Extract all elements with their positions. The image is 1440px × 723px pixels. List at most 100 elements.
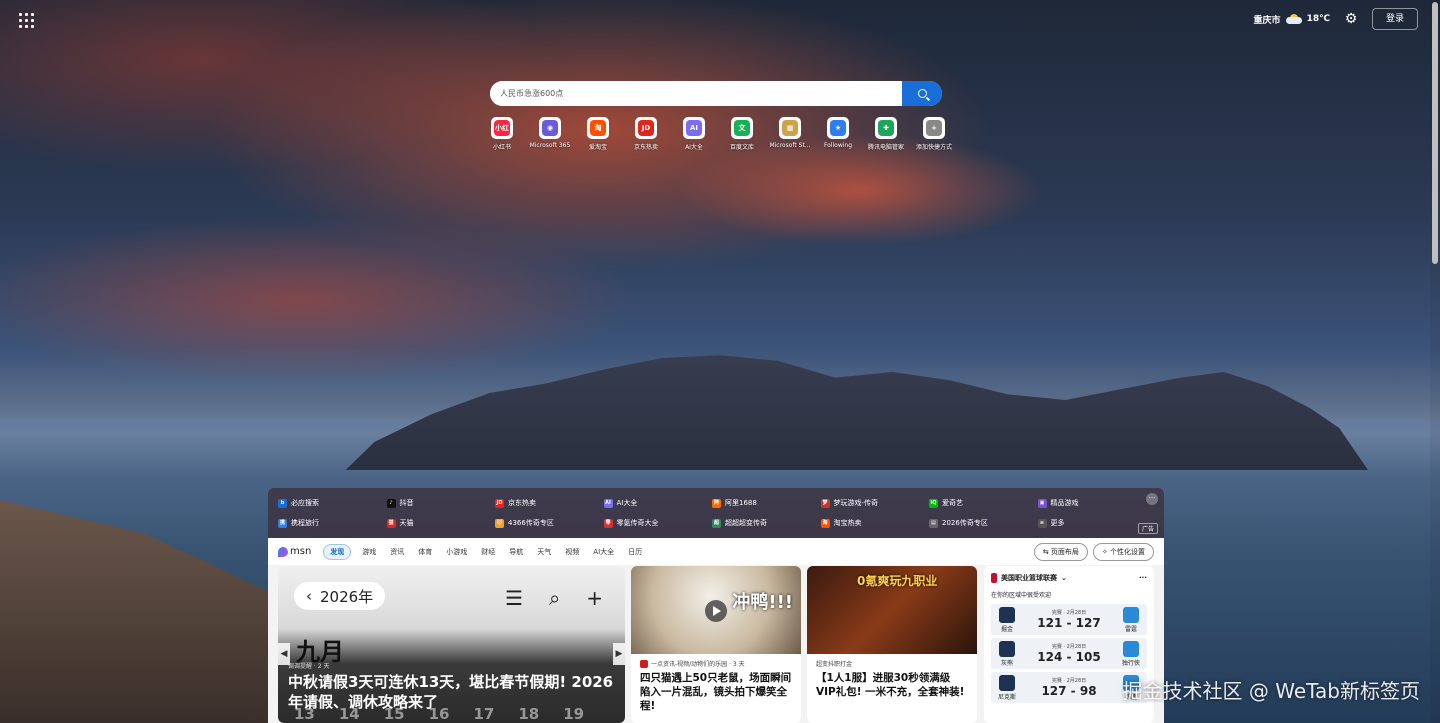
quick-link[interactable]: ≡ 更多 — [1037, 513, 1147, 533]
team-away: 雷霆 — [1120, 606, 1142, 633]
news-card[interactable]: 冲鸭!!! 一点资讯-视频/动物们的乐园 · 3 天 四只猫遇上50只老鼠，场面… — [631, 566, 801, 723]
quick-link[interactable]: ▣ 精品游戏 — [1037, 493, 1147, 513]
shortcut-item[interactable]: 淘爱淘宝 — [574, 117, 622, 151]
news-title[interactable]: 四只猫遇上50只老鼠，场面瞬间陷入一片混乱，镜头拍下爆笑全程! — [631, 668, 801, 716]
settings-gear-icon[interactable]: ⚙ — [1342, 10, 1360, 28]
shortcut-item[interactable]: + 添加快捷方式 — [910, 117, 958, 151]
calendar-day[interactable]: 19 — [563, 705, 584, 723]
quick-link[interactable]: 阿阿里1688 — [712, 493, 821, 513]
list-view-icon[interactable]: ☰ — [505, 586, 523, 610]
shortcut-icon: ★ — [827, 117, 849, 139]
personalize-button[interactable]: ✧ 个性化设置 — [1092, 542, 1154, 561]
quick-links-panel: b 必应搜索 ♪ 抖音 JD 京东热卖 AI AI大全阿阿里1688 梦梦玩游戏-传奇 iQ 爱奇艺… — [268, 488, 1164, 538]
quick-link-label: 必应搜索 — [291, 499, 319, 507]
feed-tab[interactable]: AI大全 — [593, 547, 614, 557]
calendar-day[interactable]: 16 — [429, 705, 450, 723]
quick-link-icon: ≡ — [1037, 518, 1047, 528]
feed-tab[interactable]: 游戏 — [362, 547, 376, 557]
quick-link[interactable]: 携携程旅行 — [278, 513, 387, 533]
next-arrow-icon[interactable]: ▶ — [613, 643, 625, 665]
login-button[interactable]: 登录 — [1372, 8, 1418, 30]
weather-widget[interactable]: 重庆市 18℃ — [1254, 13, 1330, 26]
quick-link-label: 京东热卖 — [508, 499, 536, 507]
quick-link[interactable]: JD 京东热卖 — [495, 493, 604, 513]
calendar-day[interactable]: 14 — [339, 705, 360, 723]
calendar-source: 调调提醒 · 2 天 — [288, 663, 330, 670]
score: 完赛 · 2月28日 121 - 127 — [1037, 610, 1101, 630]
quick-link[interactable]: 梦梦玩游戏-传奇 — [820, 493, 930, 513]
team-logo-icon — [1123, 606, 1139, 623]
year-selector[interactable]: ‹ 2026年 — [294, 582, 386, 610]
more-options-icon[interactable]: ··· — [1146, 493, 1158, 505]
msn-logo[interactable]: msn — [278, 546, 311, 557]
feed-tab[interactable]: 天气 — [537, 547, 551, 557]
feed-tab[interactable]: 发现 — [323, 543, 352, 560]
feed-tab[interactable]: 日历 — [628, 547, 642, 557]
shortcut-item[interactable]: 小红 小红书 — [478, 117, 526, 151]
add-icon[interactable]: + — [586, 586, 603, 610]
calendar-card[interactable]: ‹ 2026年 ☰ ⌕ + 九月 ◀ ▶ 调调提醒 · 2 天 中秋请假3天可连休… — [278, 566, 625, 723]
feed-tab[interactable]: 小游戏 — [446, 547, 467, 557]
quick-link[interactable]: ▤ 2026传奇专区 — [929, 513, 1038, 533]
shortcut-item[interactable]: ★ Following — [814, 117, 862, 151]
page-scrollbar[interactable] — [1430, 0, 1440, 723]
shortcut-label: 爱淘宝 — [588, 144, 607, 151]
quick-link-label: 抖音 — [399, 499, 414, 507]
nba-subtitle: 在你的区域中很受欢迎 — [991, 592, 1052, 599]
search-button[interactable] — [902, 81, 942, 106]
calendar-day[interactable]: 18 — [518, 705, 539, 723]
butterfly-icon — [278, 546, 288, 557]
quick-link-icon: 超 — [712, 518, 721, 528]
shortcut-item[interactable]: JD 京东热卖 — [622, 117, 670, 151]
quick-link-icon: 猫 — [386, 518, 396, 528]
score: 完赛 · 2月28日 127 - 98 — [1041, 678, 1097, 698]
quick-link[interactable]: AI AI大全 — [603, 493, 713, 513]
quick-link[interactable]: 猫天猫 — [386, 513, 496, 533]
feed-tab[interactable]: 资讯 — [390, 547, 404, 557]
watermark: 掘金技术社区 @ WeTab新标签页 — [1122, 679, 1420, 703]
play-icon[interactable] — [705, 600, 727, 622]
team-home: 尼克斯 — [996, 674, 1018, 701]
quick-link-label: 携程旅行 — [291, 519, 319, 527]
game-score-row[interactable]: 掘金 完赛 · 2月28日 121 - 127 雷霆 — [991, 604, 1147, 635]
city-label: 重庆市 — [1253, 15, 1281, 26]
ad-title[interactable]: 【1人1服】进服30秒领满级VIP礼包! 一米不充，全套神装! — [807, 668, 977, 702]
quick-link[interactable]: 超超超超变传奇 — [712, 513, 821, 533]
shortcut-item[interactable]: ✚ 腾讯电脑管家 — [862, 117, 910, 151]
game-score-row[interactable]: 灰熊 完赛 · 2月28日 124 - 105 独行侠 — [991, 638, 1147, 669]
shortcut-item[interactable]: ▦ Microsoft St... — [766, 117, 814, 151]
shortcut-item[interactable]: AI AI大全 — [670, 117, 718, 151]
nba-logo-icon — [991, 573, 997, 583]
scrollbar-thumb[interactable] — [1432, 2, 1438, 264]
quick-link[interactable]: b 必应搜索 — [278, 493, 387, 513]
calendar-day[interactable]: 15 — [384, 705, 405, 723]
quick-link[interactable]: 淘淘宝热卖 — [820, 513, 930, 533]
search-input[interactable] — [490, 81, 902, 106]
quick-link[interactable]: iQ 爱奇艺 — [929, 493, 1038, 513]
quick-link[interactable]: 零零氪传奇大全 — [603, 513, 713, 533]
quick-link-icon: ▤ — [929, 518, 938, 528]
shortcut-item[interactable]: 文百度文库 — [718, 117, 766, 151]
news-image: 冲鸭!!! — [631, 566, 801, 654]
calendar-tools: ☰ ⌕ + — [505, 586, 603, 610]
shortcut-icon: 文 — [731, 117, 753, 139]
feed-tab[interactable]: 体育 — [418, 547, 432, 557]
quick-link[interactable]: 🐱 4366传奇专区 — [495, 513, 604, 533]
calendar-day[interactable]: 17 — [474, 705, 495, 723]
partly-cloudy-icon — [1285, 14, 1302, 24]
quick-link[interactable]: ♪ 抖音 — [386, 493, 496, 513]
page-layout-button[interactable]: ⇆ 页面布局 — [1033, 542, 1088, 561]
quick-link-icon: ▣ — [1037, 498, 1047, 508]
shortcut-item[interactable]: ◉ Microsoft 365 — [526, 117, 574, 151]
app-launcher-icon[interactable] — [16, 10, 34, 28]
feed-tab[interactable]: 财经 — [481, 547, 495, 557]
feed-tab[interactable]: 视频 — [565, 547, 579, 557]
quick-link-label: 4366传奇专区 — [508, 519, 554, 527]
calendar-day[interactable]: 13 — [294, 705, 315, 723]
more-icon[interactable]: ··· — [1139, 574, 1147, 582]
ad-card[interactable]: 0氪爽玩九职业 超变抖职打金 【1人1服】进服30秒领满级VIP礼包! 一米不充… — [807, 566, 977, 723]
quick-link-icon: AI — [603, 498, 613, 508]
quick-link-icon: JD — [495, 498, 504, 508]
feed-tab[interactable]: 导航 — [509, 547, 523, 557]
calendar-search-icon[interactable]: ⌕ — [549, 586, 560, 610]
